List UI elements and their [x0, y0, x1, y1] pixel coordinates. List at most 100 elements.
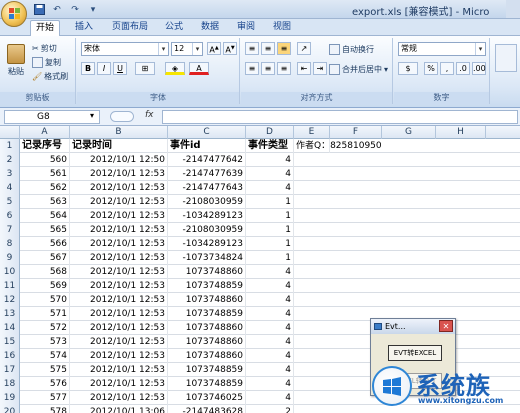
cell-col-d[interactable]: 4 — [246, 153, 294, 167]
cell-col-b[interactable]: 2012/10/1 12:53 — [70, 195, 168, 209]
cell-col-d[interactable]: 1 — [246, 237, 294, 251]
column-header[interactable]: D — [246, 126, 294, 139]
cell-col-c[interactable]: 1073748860 — [168, 321, 246, 335]
align-bottom-button[interactable]: ≡ — [277, 42, 291, 55]
cell-col-c[interactable]: -1034289123 — [168, 209, 246, 223]
row-header[interactable]: 20 — [0, 405, 20, 413]
cell-col-d[interactable]: 4 — [246, 335, 294, 349]
percent-button[interactable]: % — [424, 62, 438, 75]
cut-button[interactable]: ✂ 剪切 — [32, 43, 57, 54]
cell-col-d[interactable]: 4 — [246, 349, 294, 363]
cell-col-a[interactable]: 567 — [20, 251, 70, 265]
column-header[interactable]: F — [330, 126, 382, 139]
cell-col-c[interactable]: -2147477643 — [168, 181, 246, 195]
cell-col-a[interactable]: 560 — [20, 153, 70, 167]
cell-col-d[interactable]: 1 — [246, 209, 294, 223]
cell-col-a[interactable]: 568 — [20, 265, 70, 279]
cell-col-a[interactable]: 563 — [20, 195, 70, 209]
column-header[interactable]: H — [436, 126, 486, 139]
cell-col-d[interactable]: 4 — [246, 265, 294, 279]
cell-col-b[interactable]: 2012/10/1 12:53 — [70, 251, 168, 265]
cell-col-c[interactable]: 1073748860 — [168, 335, 246, 349]
merge-center-button[interactable]: 合并后居中 ▾ — [329, 64, 388, 75]
copy-button[interactable]: 复制 — [32, 57, 61, 68]
close-button[interactable]: ✕ — [439, 320, 453, 332]
cell-col-a[interactable]: 564 — [20, 209, 70, 223]
cell-col-b[interactable]: 2012/10/1 12:53 — [70, 349, 168, 363]
column-header[interactable]: G — [382, 126, 436, 139]
cell-col-c[interactable]: 1073748860 — [168, 349, 246, 363]
cell-col-b[interactable]: 2012/10/1 12:53 — [70, 391, 168, 405]
cell-col-c[interactable]: 1073748859 — [168, 377, 246, 391]
cell-col-b[interactable]: 2012/10/1 12:53 — [70, 377, 168, 391]
shrink-font-button[interactable]: A▼ — [223, 42, 237, 55]
cell-col-a[interactable]: 562 — [20, 181, 70, 195]
cell-col-c[interactable]: 1073746025 — [168, 391, 246, 405]
decrease-decimal-button[interactable]: .00 — [472, 62, 486, 75]
tab-data[interactable]: 数据 — [196, 20, 224, 36]
cell-col-a[interactable]: 569 — [20, 279, 70, 293]
column-header[interactable]: E — [294, 126, 330, 139]
paste-button[interactable]: 粘贴 — [4, 44, 28, 77]
cell-col-d[interactable]: 4 — [246, 377, 294, 391]
cell-col-d[interactable]: 4 — [246, 167, 294, 181]
cell-col-c[interactable]: -1073734824 — [168, 251, 246, 265]
cell-col-a[interactable]: 577 — [20, 391, 70, 405]
align-right-button[interactable]: ≡ — [277, 62, 291, 75]
cell-col-c[interactable]: 1073748860 — [168, 293, 246, 307]
qat-dropdown-icon[interactable]: ▾ — [86, 3, 100, 17]
name-box[interactable]: G8 — [4, 110, 100, 124]
cell-col-c[interactable]: -2147483628 — [168, 405, 246, 413]
increase-decimal-button[interactable]: .0 — [456, 62, 470, 75]
cell-col-c[interactable]: -2147477639 — [168, 167, 246, 181]
cell-col-d[interactable]: 4 — [246, 279, 294, 293]
cell-col-b[interactable]: 2012/10/1 12:50 — [70, 153, 168, 167]
cell-col-d[interactable]: 4 — [246, 181, 294, 195]
cell-col-b[interactable]: 2012/10/1 12:53 — [70, 265, 168, 279]
cell-col-d[interactable]: 4 — [246, 321, 294, 335]
tab-insert[interactable]: 插入 — [70, 20, 98, 36]
cell-col-b[interactable]: 2012/10/1 12:53 — [70, 335, 168, 349]
row-header[interactable]: 13 — [0, 307, 20, 321]
cell-col-d[interactable]: 4 — [246, 391, 294, 405]
column-header[interactable]: B — [70, 126, 168, 139]
cell-a1[interactable]: 记录序号 — [20, 139, 70, 153]
cell-col-a[interactable]: 571 — [20, 307, 70, 321]
comma-button[interactable]: , — [440, 62, 454, 75]
cell-col-a[interactable]: 578 — [20, 405, 70, 413]
cell-col-d[interactable]: 1 — [246, 195, 294, 209]
cell-col-a[interactable]: 561 — [20, 167, 70, 181]
cell-col-d[interactable]: 1 — [246, 251, 294, 265]
tab-formulas[interactable]: 公式 — [160, 20, 188, 36]
cell-col-b[interactable]: 2012/10/1 12:53 — [70, 279, 168, 293]
cell-col-b[interactable]: 2012/10/1 12:53 — [70, 209, 168, 223]
currency-button[interactable]: $ — [398, 62, 418, 75]
orientation-button[interactable]: ↗ — [297, 42, 311, 55]
number-format-combo[interactable]: 常规 ▾ — [398, 42, 486, 56]
font-size-combo[interactable]: 12 ▾ — [171, 42, 203, 56]
bold-button[interactable]: B — [81, 62, 95, 75]
cell-e1[interactable]: 作者Q：825810950 — [294, 139, 382, 153]
save-icon[interactable] — [32, 3, 46, 17]
row-header[interactable]: 18 — [0, 377, 20, 391]
window-control[interactable] — [506, 0, 520, 18]
cell-col-b[interactable]: 2012/10/1 12:53 — [70, 321, 168, 335]
tab-review[interactable]: 审阅 — [232, 20, 260, 36]
conditional-format-button[interactable] — [495, 44, 517, 72]
formula-input[interactable] — [162, 110, 518, 124]
cell-col-c[interactable]: -1034289123 — [168, 237, 246, 251]
cell-col-b[interactable]: 2012/10/1 12:53 — [70, 237, 168, 251]
cell-col-a[interactable]: 574 — [20, 349, 70, 363]
row-header[interactable]: 11 — [0, 279, 20, 293]
fill-color-button[interactable]: ◈ — [165, 62, 185, 75]
row-header[interactable]: 8 — [0, 237, 20, 251]
undo-icon[interactable]: ↶ — [50, 3, 64, 17]
cell-col-b[interactable]: 2012/10/1 12:53 — [70, 181, 168, 195]
cell-c1[interactable]: 事件id — [168, 139, 246, 153]
cell-col-b[interactable]: 2012/10/1 12:53 — [70, 167, 168, 181]
align-left-button[interactable]: ≡ — [245, 62, 259, 75]
cell-col-d[interactable]: 4 — [246, 363, 294, 377]
row-header[interactable]: 16 — [0, 349, 20, 363]
cell-col-a[interactable]: 573 — [20, 335, 70, 349]
cell-col-b[interactable]: 2012/10/1 12:53 — [70, 307, 168, 321]
